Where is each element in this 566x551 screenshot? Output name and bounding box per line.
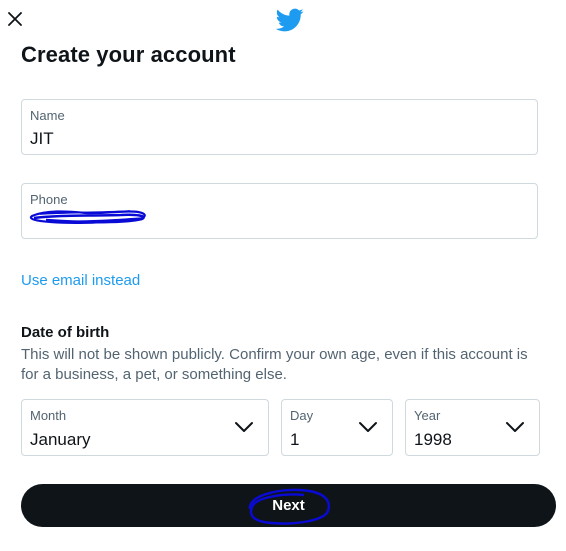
name-field[interactable]: Name JIT — [21, 99, 538, 155]
year-label: Year — [414, 408, 441, 423]
chevron-down-icon — [359, 422, 377, 432]
month-value: January — [30, 430, 91, 449]
month-label: Month — [30, 408, 67, 423]
next-button[interactable]: Next — [21, 484, 556, 527]
year-select[interactable]: Year 1998 — [405, 399, 540, 456]
phone-field[interactable]: Phone — [21, 183, 538, 239]
close-button[interactable] — [4, 8, 26, 30]
dob-heading: Date of birth — [21, 324, 110, 341]
name-field-label: Name — [30, 108, 65, 123]
page-title: Create your account — [21, 42, 236, 67]
chevron-down-icon — [506, 422, 524, 432]
next-button-label: Next — [272, 497, 305, 514]
use-email-instead-link[interactable]: Use email instead — [21, 272, 140, 289]
redaction-scribble — [29, 210, 146, 224]
dob-description: This will not be shown publicly. Confirm… — [21, 346, 528, 383]
day-select[interactable]: Day 1 — [281, 399, 393, 456]
phone-field-label: Phone — [30, 192, 68, 207]
twitter-bird-icon — [275, 8, 304, 32]
year-value: 1998 — [414, 430, 452, 449]
month-select[interactable]: Month January — [21, 399, 269, 456]
close-icon — [8, 12, 22, 26]
chevron-down-icon — [235, 422, 253, 432]
name-input[interactable]: JIT — [30, 129, 510, 149]
day-value: 1 — [290, 430, 300, 449]
day-label: Day — [290, 408, 314, 423]
